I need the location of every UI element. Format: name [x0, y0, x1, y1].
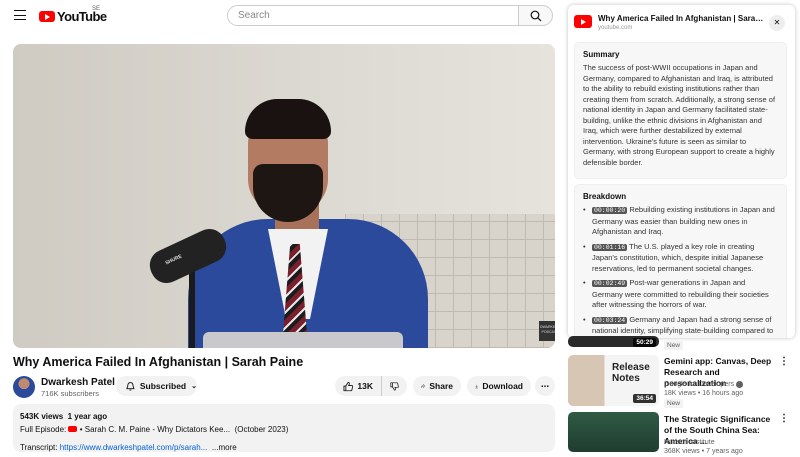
download-label: Download [482, 381, 523, 391]
description-box[interactable]: 543K views 1 year ago Full Episode: • Sa… [13, 404, 555, 452]
rec-meta: 18K views • 16 hours ago [664, 390, 744, 397]
logo-country-code: SE [92, 6, 101, 12]
timestamp-link[interactable]: 00:01:16 [592, 243, 628, 251]
download-icon [475, 384, 479, 388]
breakdown-item: 00:03:24 Germany and Japan had a strong … [583, 315, 778, 339]
summary-heading: Summary [583, 50, 620, 59]
timestamp-link[interactable]: 00:03:24 [592, 316, 628, 324]
breakdown-item: 00:02:49 Post-war generations in Japan a… [583, 278, 778, 311]
share-label: Share [429, 381, 453, 391]
breakdown-item: 00:00:20 Rebuilding existing institution… [583, 205, 778, 238]
close-icon[interactable]: ✕ [769, 15, 785, 31]
breakdown-card: Breakdown 00:00:20 Rebuilding existing i… [574, 184, 787, 338]
full-episode-link[interactable]: • Sarah C. M. Paine - Why Dictators Kee.… [80, 425, 230, 434]
video-player[interactable]: SHURE DWARKESH PODCAST [13, 44, 555, 348]
verified-icon [736, 380, 743, 388]
new-badge: New [664, 399, 684, 408]
breakdown-list: 00:00:20 Rebuilding existing institution… [583, 205, 778, 338]
search-icon [530, 10, 542, 22]
breakdown-heading: Breakdown [583, 192, 627, 201]
channel-avatar[interactable] [13, 376, 35, 398]
search-input[interactable]: Search [227, 5, 519, 26]
rec-menu-icon[interactable]: ⋮ [779, 413, 789, 424]
channel-name[interactable]: Dwarkesh Patel [41, 377, 115, 388]
summary-text: The success of post-WWII occupations in … [583, 63, 776, 167]
video-mic-arm [189, 269, 195, 348]
download-button[interactable]: Download [467, 376, 531, 396]
like-button[interactable]: 13K [335, 376, 381, 396]
transcript-label: Transcript: [20, 443, 58, 452]
transcript-link[interactable]: https://www.dwarkeshpatel.com/p/sarah... [60, 443, 208, 452]
subscribe-label: Subscribed [139, 381, 187, 391]
subscriber-count: 716K subscribers [41, 389, 99, 398]
video-speaker-hair [245, 99, 331, 139]
youtube-mini-icon [68, 426, 78, 433]
full-episode-label: Full Episode: [20, 424, 67, 434]
rec-thumbnail-3[interactable] [568, 412, 659, 452]
chevron-down-icon: ⌄ [191, 383, 197, 390]
view-count: 543K views [20, 412, 64, 421]
more-actions-button[interactable]: ... [535, 376, 555, 396]
description-stats: 543K views 1 year ago [20, 411, 548, 424]
upload-age: 1 year ago [67, 412, 108, 421]
new-badge: New [664, 341, 684, 350]
subscribe-button[interactable]: Subscribed ⌄ [116, 376, 197, 396]
podcast-badge: DWARKESH PODCAST [539, 321, 555, 341]
panel-title: Why America Failed In Afghanistan | Sara… [598, 14, 768, 23]
timestamp-link[interactable]: 00:02:49 [592, 280, 628, 287]
dislike-button[interactable] [381, 376, 407, 396]
rec-thumb-text: Release Notes [612, 362, 650, 384]
description-more-link[interactable]: ...more [212, 443, 237, 452]
description-line-2: Transcript: https://www.dwarkeshpatel.co… [20, 442, 548, 455]
summary-card: Summary The success of post-WWII occupat… [574, 42, 787, 179]
like-count: 13K [357, 381, 373, 391]
panel-source: youtube.com [598, 25, 633, 31]
menu-icon[interactable] [14, 10, 26, 20]
share-icon [421, 383, 426, 389]
summary-panel: Why America Failed In Afghanistan | Sara… [568, 5, 795, 338]
youtube-icon [574, 15, 592, 28]
share-button[interactable]: Share [413, 376, 461, 396]
description-line-1: Full Episode: • Sarah C. M. Paine - Why … [20, 424, 548, 437]
full-episode-date: (October 2023) [234, 424, 289, 434]
rec-thumbnail-1[interactable]: 50:29 [568, 336, 659, 347]
timestamp-link[interactable]: 00:00:20 [592, 207, 628, 214]
thumbs-down-icon [390, 381, 399, 391]
search-button[interactable] [519, 5, 553, 26]
thumbs-up-icon [343, 381, 354, 391]
rec-thumbnail-2[interactable]: Release Notes 36:54 [568, 355, 659, 406]
rec-duration: 36:54 [633, 394, 656, 403]
video-title: Why America Failed In Afghanistan | Sara… [13, 355, 304, 369]
bell-icon [126, 381, 135, 390]
rec-menu-icon[interactable]: ⋮ [779, 356, 789, 367]
breakdown-item: 00:01:16 The U.S. played a key role in c… [583, 242, 778, 275]
youtube-play-icon [39, 11, 55, 22]
rec-duration: 50:29 [633, 338, 656, 347]
video-laptop [203, 332, 403, 348]
